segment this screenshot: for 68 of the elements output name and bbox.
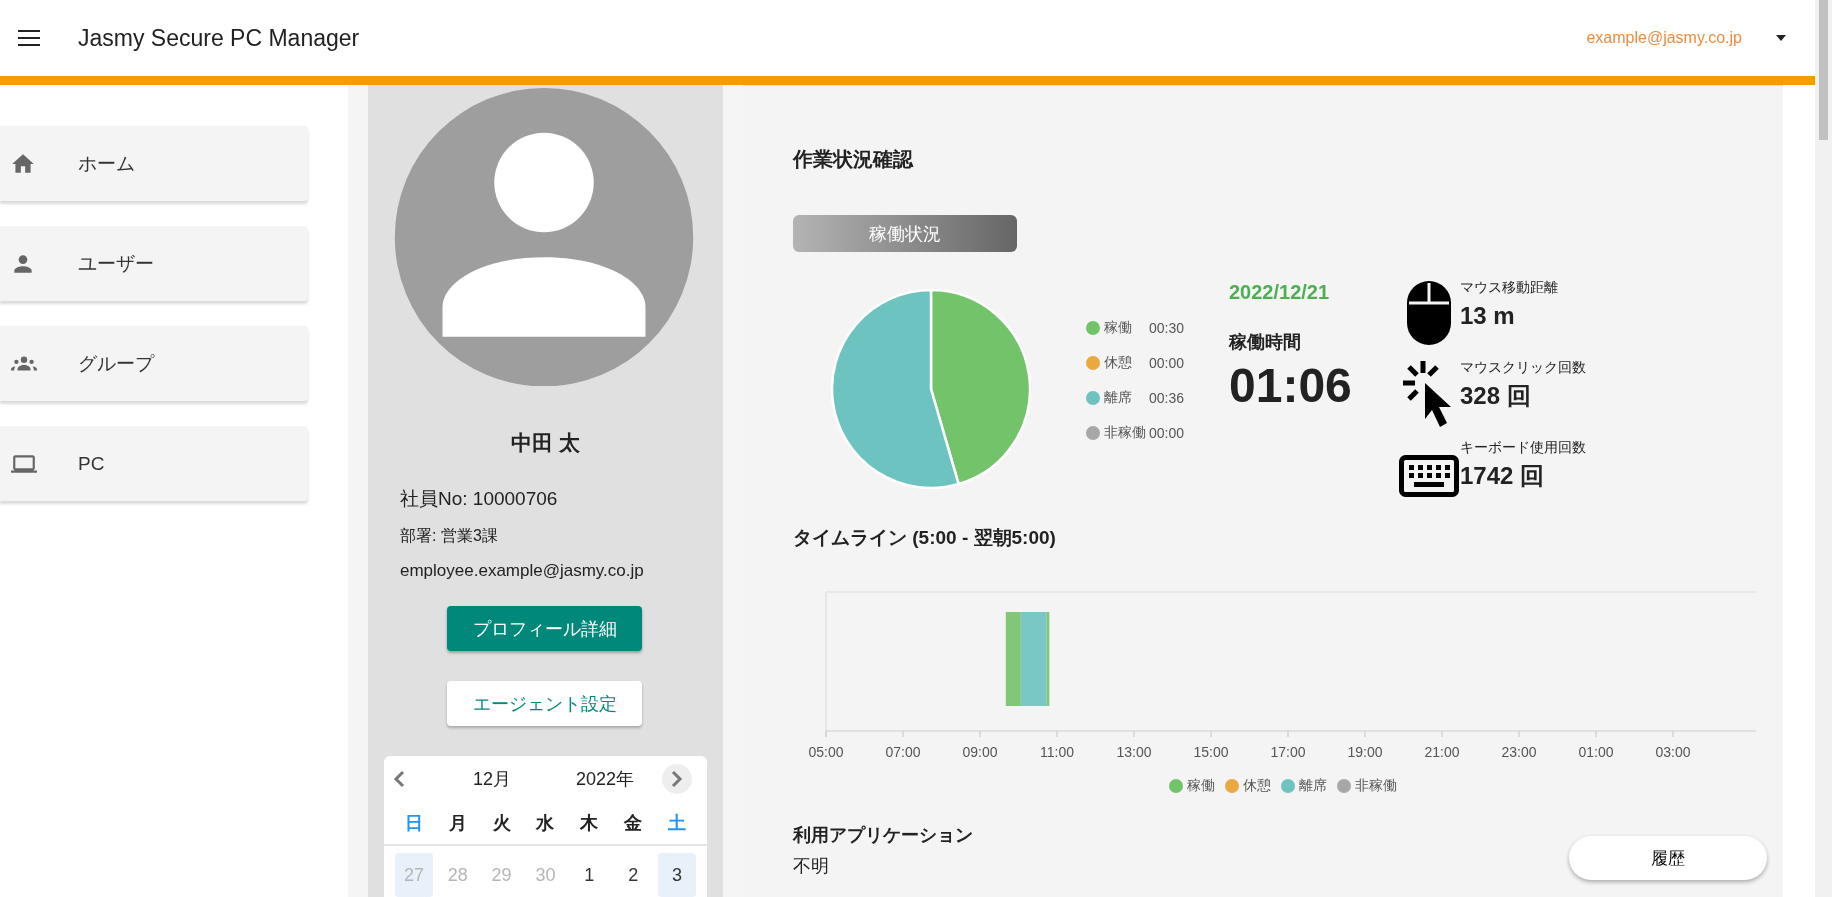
calendar-month: 12月 [471,768,511,791]
legend-label: 休憩 [1104,353,1133,372]
calendar-day[interactable]: 2 [614,853,653,897]
calendar-day[interactable]: 1 [570,853,609,897]
legend-label: 稼働 [1104,318,1133,337]
axis-tick-label: 01:00 [1578,744,1614,760]
menu-icon[interactable] [18,30,40,46]
weekday-label: 木 [579,812,600,835]
app-title: Jasmy Secure PC Manager [78,24,361,52]
applications-title: 利用アプリケーション [793,824,973,847]
legend-label: 非稼働 [1355,777,1397,795]
caret-icon[interactable] [1776,35,1786,41]
stat-value: 1742 回 [1460,461,1546,491]
legend-label: 非稼働 [1104,423,1147,442]
section-title: 作業状況確認 [793,147,915,172]
employee-number: 社員No: 10000706 [400,487,559,512]
legend-label: 稼働 [1187,777,1215,795]
axis-tick-label: 05:00 [808,744,844,760]
axis-tick-label: 17:00 [1270,744,1306,760]
chevron-right-icon [670,770,684,788]
legend-label: 休憩 [1243,777,1271,795]
timeline-title: タイムライン (5:00 - 翌朝5:00) [793,526,1057,550]
legend-label: 離席 [1299,777,1327,795]
next-month-button[interactable] [662,764,692,794]
stat-label: マウスクリック回数 [1460,358,1586,377]
axis-tick-label: 15:00 [1193,744,1229,760]
sidebar-item[interactable]: ユーザー [0,226,308,301]
legend-time: 00:00 [1149,424,1185,441]
history-button[interactable]: 履歴 [1569,836,1767,880]
agent-settings-button[interactable]: エージェント設定 [447,681,642,726]
profile-details-button[interactable]: プロフィール詳細 [447,606,642,652]
report-date: 2022/12/21 [1229,280,1331,304]
axis-tick-label: 21:00 [1424,744,1460,760]
axis-tick-label: 09:00 [962,744,998,760]
employee-name: 中田 太 [510,430,581,457]
stat-value: 13 m [1460,301,1516,331]
axis-tick-label: 11:00 [1040,744,1074,760]
axis-tick-label: 23:00 [1501,744,1537,760]
employee-email: employee.example@jasmy.co.jp [400,560,645,583]
legend-time: 00:30 [1149,319,1185,336]
department-text: 部署: 営業3課 [400,526,499,547]
axis-tick-label: 19:00 [1347,744,1383,760]
axis-tick-label: 13:00 [1116,744,1152,760]
uptime-value: 01:06 [1229,360,1353,412]
legend-time: 00:00 [1149,354,1185,371]
stat-value: 328 回 [1460,381,1532,411]
legend-label: 離席 [1104,388,1133,407]
weekday-label: 水 [534,812,556,835]
calendar-day[interactable]: 3 [658,853,696,897]
keyboard-icon [1399,455,1459,497]
applications-value: 不明 [793,855,830,877]
stat-label: マウス移動距離 [1460,278,1558,297]
axis-tick-label: 03:00 [1655,744,1691,760]
weekday-label: 日 [403,812,424,835]
sidebar-item[interactable]: ホーム [0,126,308,201]
uptime-label: 稼働時間 [1229,331,1302,354]
axis-tick-label: 07:00 [885,744,921,760]
calendar-year: 2022年 [574,768,634,791]
weekday-label: 月 [447,812,468,835]
weekday-label: 金 [623,812,644,835]
sidebar-item[interactable]: PC [0,426,308,501]
stat-label: キーボード使用回数 [1460,438,1586,457]
chevron-left-icon[interactable] [392,770,406,788]
weekday-label: 火 [491,812,512,835]
weekday-label: 土 [667,812,688,835]
legend-time: 00:36 [1149,389,1185,406]
sidebar-item[interactable]: グループ [0,326,308,401]
scrollbar-thumb[interactable] [1819,0,1828,140]
